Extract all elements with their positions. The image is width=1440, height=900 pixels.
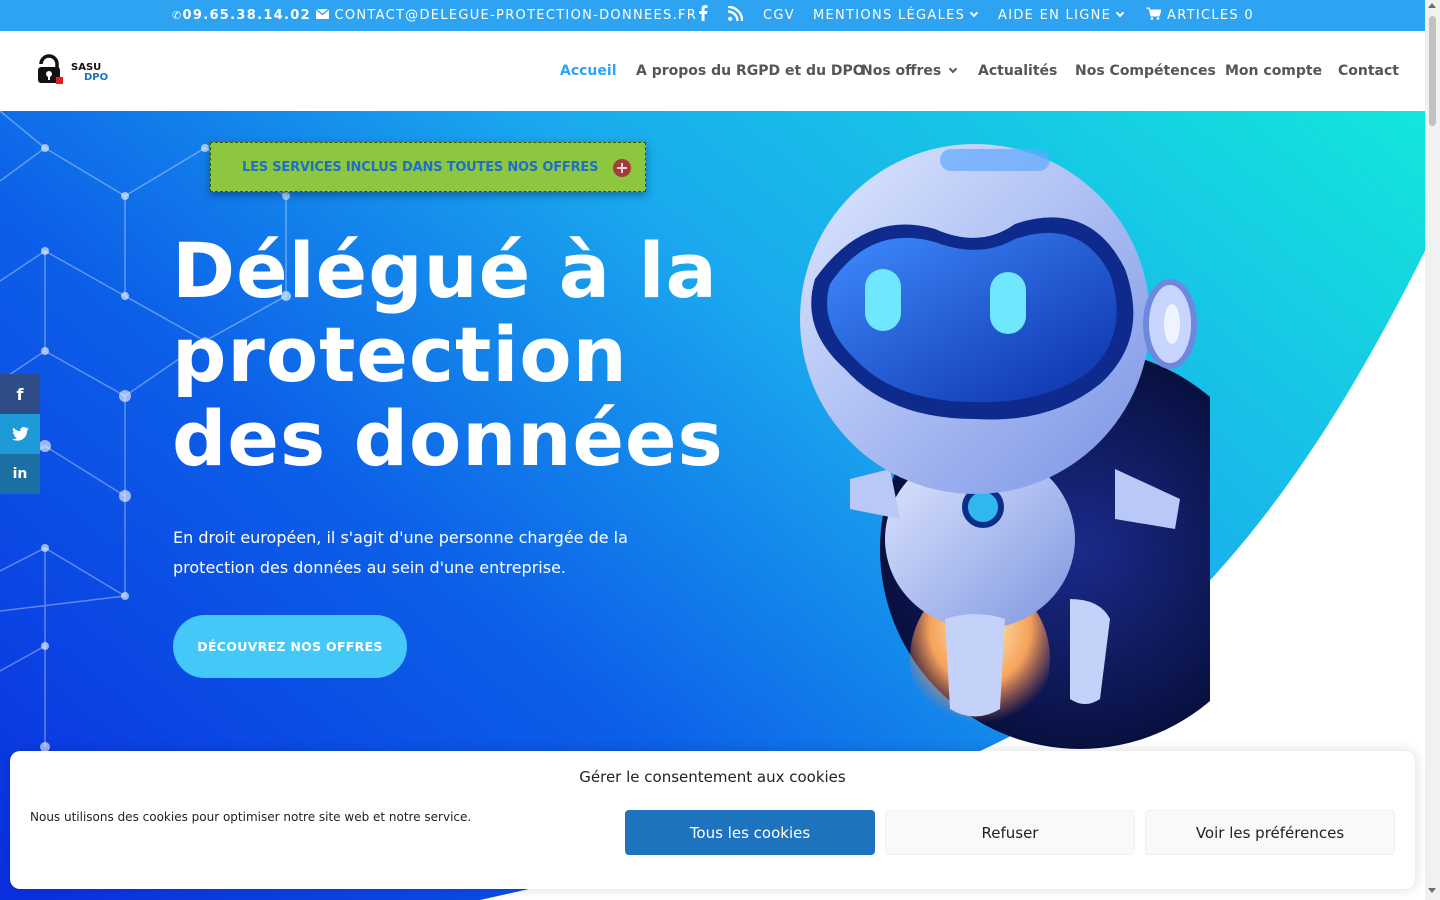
nav-contact[interactable]: Contact — [1338, 31, 1399, 111]
chevron-down-icon — [948, 64, 958, 74]
site-logo[interactable]: SASU DPO — [36, 51, 114, 91]
facebook-icon — [699, 5, 708, 21]
nav-about[interactable]: A propos du RGPD et du DPO — [636, 31, 865, 111]
help-menu[interactable]: AIDE EN LIGNE — [998, 0, 1125, 31]
logo-text-dpo: DPO — [84, 72, 108, 83]
hero-description: En droit européen, il s'agit d'une perso… — [173, 528, 628, 577]
site-header: SASU DPO Accueil A propos du RGPD et du … — [0, 31, 1425, 111]
cookie-banner-title: Gérer le consentement aux cookies — [579, 768, 846, 786]
share-twitter-button[interactable] — [0, 414, 40, 454]
nav-skills[interactable]: Nos Compétences — [1075, 31, 1216, 111]
cgv-label: CGV — [763, 8, 795, 23]
discover-offers-button[interactable]: DÉCOUVREZ NOS OFFRES — [173, 615, 407, 678]
nav-news[interactable]: Actualités — [978, 31, 1057, 111]
view-preferences-button[interactable]: Voir les préférences — [1145, 810, 1395, 855]
scroll-thumb[interactable] — [1429, 16, 1436, 126]
email-address: CONTACT@DELEGUE-PROTECTION-DONNEES.FR — [334, 8, 698, 23]
nav-offers[interactable]: Nos offres — [861, 31, 958, 111]
social-share-sidebar: f in — [0, 374, 40, 494]
cookie-consent-banner: Gérer le consentement aux cookies Nous u… — [10, 751, 1415, 889]
facebook-link[interactable] — [698, 0, 708, 31]
refuse-cookies-button[interactable]: Refuser — [885, 810, 1135, 855]
nav-account[interactable]: Mon compte — [1225, 31, 1322, 111]
email-link[interactable]: CONTACT@DELEGUE-PROTECTION-DONNEES.FR — [315, 0, 698, 31]
top-utility-bar: ✆09.65.38.14.02 CONTACT@DELEGUE-PROTECTI… — [0, 0, 1425, 31]
legal-label: MENTIONS LÉGALES — [813, 8, 966, 23]
scroll-down-arrow-icon[interactable] — [1428, 888, 1436, 893]
twitter-icon — [11, 427, 29, 441]
cookie-banner-message: Nous utilisons des cookies pour optimise… — [30, 810, 472, 824]
rss-link[interactable] — [727, 0, 744, 31]
scroll-up-arrow-icon[interactable] — [1428, 3, 1436, 8]
hero-title-line-1: Délégué à la — [172, 226, 718, 315]
nav-home[interactable]: Accueil — [560, 31, 617, 111]
plus-icon[interactable] — [613, 159, 631, 177]
cgv-link[interactable]: CGV — [763, 0, 795, 31]
accordion-label: LES SERVICES INCLUS DANS TOUTES NOS OFFR… — [242, 160, 599, 175]
linkedin-icon: in — [12, 466, 28, 482]
phone-link[interactable]: ✆09.65.38.14.02 — [172, 0, 311, 31]
rss-icon — [727, 5, 744, 22]
services-accordion-toggle[interactable]: LES SERVICES INCLUS DANS TOUTES NOS OFFR… — [210, 142, 646, 192]
legal-menu[interactable]: MENTIONS LÉGALES — [813, 0, 979, 31]
phone-number: 09.65.38.14.02 — [182, 8, 311, 23]
share-linkedin-button[interactable]: in — [0, 454, 40, 494]
page-scrollbar[interactable] — [1425, 0, 1440, 900]
cart-icon — [1146, 7, 1162, 20]
chevron-down-icon — [1115, 8, 1125, 18]
chevron-down-icon — [969, 8, 979, 18]
cart-link[interactable]: ARTICLES 0 — [1146, 0, 1254, 31]
hero-title-line-2: protection — [172, 310, 628, 399]
facebook-icon: f — [16, 384, 24, 404]
robot-astronaut-illustration — [800, 144, 1210, 749]
phone-icon: ✆ — [172, 9, 183, 22]
share-facebook-button[interactable]: f — [0, 374, 40, 414]
hero-title-line-3: des données — [172, 394, 724, 483]
accept-all-cookies-button[interactable]: Tous les cookies — [625, 810, 875, 855]
help-label: AIDE EN LIGNE — [998, 8, 1112, 23]
nav-offers-label: Nos offres — [861, 63, 942, 79]
hero-title: Délégué à la protection des données — [172, 229, 732, 481]
cart-count: ARTICLES 0 — [1167, 8, 1254, 23]
mail-icon — [315, 8, 330, 19]
lock-logo-icon: SASU DPO — [38, 54, 108, 84]
